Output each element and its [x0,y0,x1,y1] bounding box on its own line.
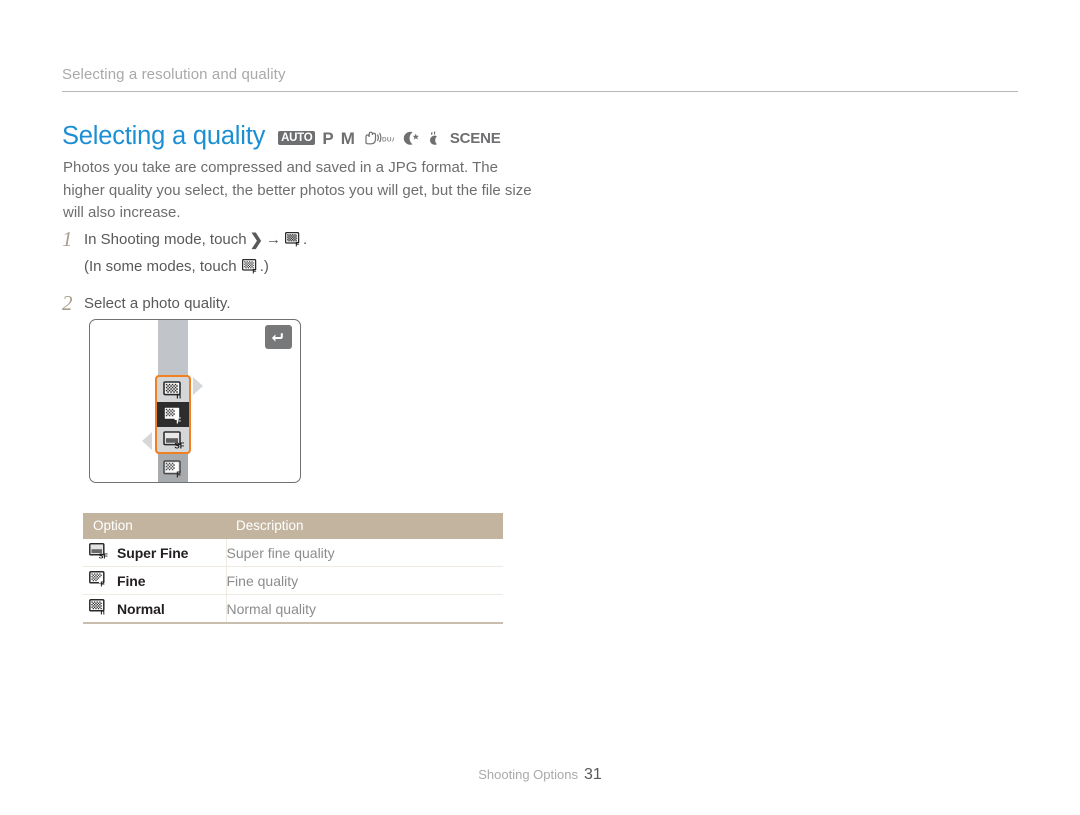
page-footer: Shooting Options 31 [0,766,1080,784]
step-number: 1 [62,227,73,251]
footer-page-number: 31 [583,766,602,783]
camera-screen-illustration: n F SF F [89,319,301,483]
footer-section-label: Shooting Options [478,767,578,782]
quality-super-fine-icon: SF [89,543,108,562]
quality-fine-icon: F [89,571,108,590]
scroll-arrow-right-icon [193,377,203,395]
table-row: SF Super Fine Super fine quality [83,539,503,567]
step-text-after: . [303,231,308,248]
cell-description: Fine quality [226,566,503,595]
mode-beauty-shot-icon [427,130,443,147]
mode-dual-is-icon: DUAL [362,130,394,147]
mode-icon-group: AUTO P M DUAL [278,128,501,148]
step-number: 2 [62,291,73,315]
table-row: n Normal Normal quality [83,594,503,624]
cell-description: Normal quality [226,594,503,624]
chevron-right-icon: ❯ [249,232,264,249]
option-normal[interactable]: n [157,377,189,402]
steps-list: 1 In Shooting mode, touch ❯ → F . (In so… [62,228,532,326]
quality-super-fine-icon: SF [162,430,184,449]
table-row: F Fine Fine quality [83,566,503,595]
option-label: Fine [117,572,146,589]
column-header-option: Option [83,513,226,539]
step-substep: (In some modes, touch F .) [84,255,307,281]
page-title: Selecting a quality [62,122,266,150]
cell-option: F Fine [83,566,227,595]
option-label: Normal [117,600,165,617]
substep-text-after: .) [259,258,269,275]
step-item: 1 In Shooting mode, touch ❯ → F . (In so… [62,228,532,281]
cell-option: n Normal [83,594,227,624]
svg-text:n: n [100,607,104,615]
cell-option: SF Super Fine [83,539,227,567]
header-divider [62,91,1018,92]
running-header: Selecting a resolution and quality [62,66,1018,92]
quality-fine-icon: F [284,231,302,254]
quality-fine-icon: F [241,258,259,281]
cell-description: Super fine quality [226,539,503,567]
table-header-row: Option Description [83,513,503,539]
mode-program-icon: P [322,128,334,148]
arrow-right-icon: → [266,231,282,248]
option-fine-partial[interactable]: F [162,459,185,478]
substep-text-before: (In some modes, touch [84,258,237,275]
running-header-title: Selecting a resolution and quality [62,66,286,83]
back-button[interactable] [265,325,292,349]
svg-text:F: F [100,579,105,587]
step-text-before: In Shooting mode, touch [84,231,247,248]
mode-manual-icon: M [340,128,355,148]
quality-fine-icon: F [162,405,181,424]
svg-text:F: F [176,416,181,424]
step-text-before: Select a photo quality. [84,295,231,312]
quality-normal-icon: n [162,380,181,399]
step-item: 2 Select a photo quality. [62,292,532,315]
back-arrow-icon [271,332,283,342]
svg-text:DUAL: DUAL [382,136,394,143]
quality-normal-icon: n [89,599,108,618]
section-title-row: Selecting a quality AUTO P M DUAL [62,122,501,151]
manual-page: Selecting a resolution and quality Selec… [0,0,1080,815]
option-super-fine[interactable]: SF [157,427,189,452]
svg-text:n: n [176,391,181,399]
scroll-arrow-left-icon [142,432,152,450]
svg-text:F: F [295,241,299,247]
quality-option-selector[interactable]: n F SF [155,375,191,454]
column-header-description: Description [226,513,503,539]
svg-text:SF: SF [174,441,184,449]
svg-text:F: F [252,268,256,274]
step-text: In Shooting mode, touch ❯ → F . (In some… [84,228,307,281]
mode-scene-icon: SCENE [449,129,501,147]
quality-options-table: Option Description SF Super Fine Super f… [83,513,503,624]
mode-night-icon [401,130,420,147]
quality-fine-icon: F [163,459,181,478]
step-text: Select a photo quality. [84,292,230,315]
mode-auto-icon: AUTO [278,131,316,145]
intro-paragraph: Photos you take are compressed and saved… [63,159,532,221]
svg-text:F: F [176,470,181,478]
option-label: Super Fine [117,544,189,561]
option-fine[interactable]: F [157,402,189,427]
svg-text:SF: SF [99,551,108,559]
